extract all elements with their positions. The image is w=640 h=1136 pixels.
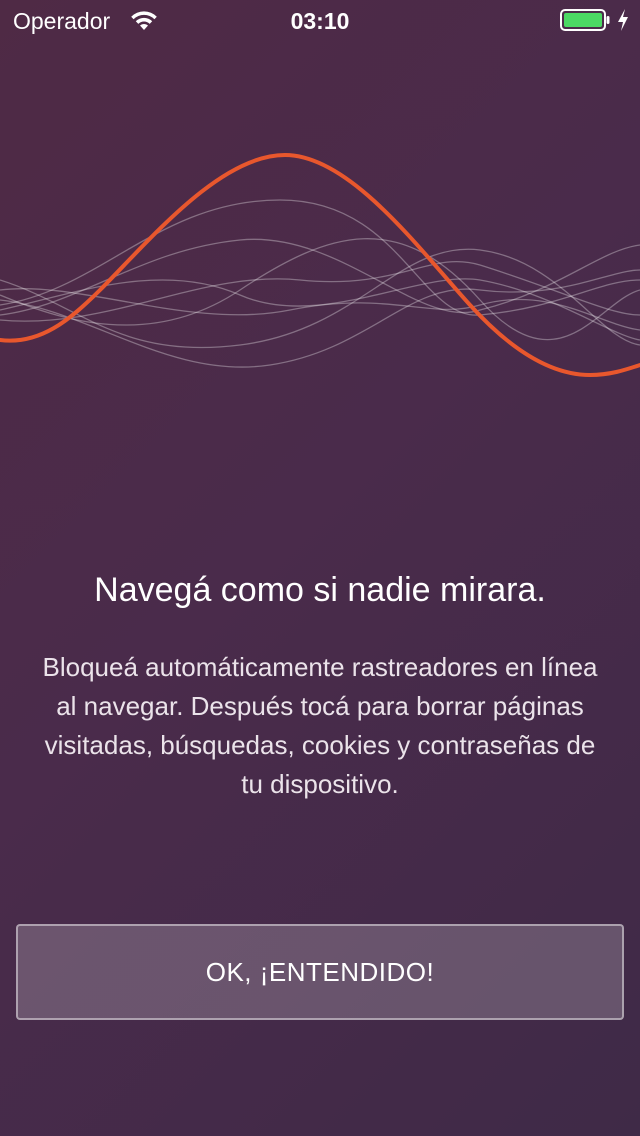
status-clock: 03:10 (290, 8, 350, 34)
confirm-button[interactable]: OK, ¡ENTENDIDO! (16, 924, 624, 1020)
battery-icon (560, 9, 610, 31)
onboarding-title: Navegá como si nadie mirara. (94, 571, 546, 609)
sound-waves-illustration (0, 152, 640, 378)
status-bar: Operador 03:10 (0, 0, 640, 40)
charging-bolt-icon (618, 9, 628, 31)
onboarding-description: Bloqueá automáticamente rastreadores en … (42, 652, 598, 799)
